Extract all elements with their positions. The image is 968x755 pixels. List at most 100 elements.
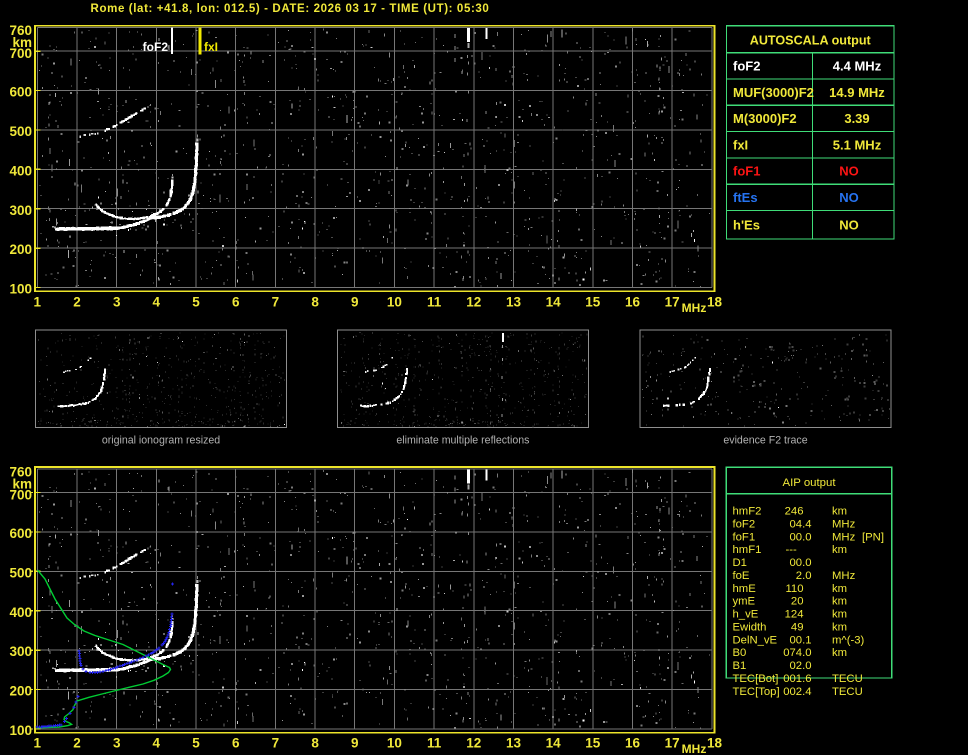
svg-text:2: 2 bbox=[73, 295, 81, 310]
svg-text:300: 300 bbox=[9, 203, 32, 218]
svg-text:fxI: fxI bbox=[204, 40, 218, 54]
svg-text:20: 20 bbox=[791, 596, 804, 608]
svg-text:3: 3 bbox=[113, 295, 121, 310]
svg-text:4.4 MHz: 4.4 MHz bbox=[833, 58, 882, 73]
svg-text:18: 18 bbox=[707, 295, 723, 310]
svg-text:MUF(3000)F2: MUF(3000)F2 bbox=[733, 85, 814, 100]
svg-text:100: 100 bbox=[9, 723, 32, 738]
svg-text:B0: B0 bbox=[733, 647, 747, 659]
svg-text:4: 4 bbox=[153, 736, 161, 751]
svg-text:h_vE: h_vE bbox=[733, 609, 759, 621]
svg-text:124: 124 bbox=[785, 609, 804, 621]
svg-text:km: km bbox=[832, 544, 847, 556]
svg-text:6: 6 bbox=[232, 295, 240, 310]
svg-text:Rome (lat: +41.8, lon: 012.5): Rome (lat: +41.8, lon: 012.5) - DATE: 20… bbox=[91, 3, 490, 15]
svg-text:foF2: foF2 bbox=[733, 519, 756, 531]
svg-text:11: 11 bbox=[427, 736, 442, 751]
svg-text:evidence F2 trace: evidence F2 trace bbox=[723, 435, 807, 447]
svg-text:14: 14 bbox=[546, 736, 562, 751]
svg-text:074.0: 074.0 bbox=[783, 647, 811, 659]
svg-text:8: 8 bbox=[311, 295, 319, 310]
svg-text:110: 110 bbox=[785, 583, 803, 595]
svg-text:4: 4 bbox=[153, 295, 161, 310]
svg-text:ymE: ymE bbox=[733, 596, 756, 608]
svg-text:700: 700 bbox=[9, 46, 32, 61]
svg-text:km: km bbox=[832, 647, 847, 659]
svg-text:eliminate multiple reflections: eliminate multiple reflections bbox=[396, 435, 529, 447]
svg-text:18: 18 bbox=[707, 736, 723, 751]
svg-text:700: 700 bbox=[9, 487, 32, 502]
svg-text:12: 12 bbox=[466, 295, 481, 310]
svg-text:002.4: 002.4 bbox=[783, 686, 811, 698]
svg-text:500: 500 bbox=[9, 565, 32, 580]
svg-text:400: 400 bbox=[9, 605, 32, 620]
svg-text:original ionogram resized: original ionogram resized bbox=[102, 435, 220, 447]
svg-text:km: km bbox=[832, 506, 847, 518]
svg-text:TEC[Top]: TEC[Top] bbox=[733, 686, 780, 698]
svg-text:04.4: 04.4 bbox=[790, 519, 812, 531]
svg-text:14: 14 bbox=[546, 295, 562, 310]
svg-text:10: 10 bbox=[387, 295, 402, 310]
svg-text:MHz: MHz bbox=[832, 570, 856, 582]
svg-text:hmE: hmE bbox=[733, 583, 757, 595]
svg-text:MHz: MHz bbox=[832, 531, 856, 543]
svg-text:9: 9 bbox=[351, 736, 359, 751]
svg-text:13: 13 bbox=[506, 295, 522, 310]
svg-text:7: 7 bbox=[272, 736, 280, 751]
svg-text:NO: NO bbox=[839, 217, 859, 232]
svg-text:16: 16 bbox=[625, 736, 641, 751]
svg-text:foF2: foF2 bbox=[143, 40, 169, 54]
svg-text:49: 49 bbox=[791, 621, 804, 633]
svg-text:200: 200 bbox=[9, 242, 32, 257]
svg-text:02.0: 02.0 bbox=[790, 660, 812, 672]
svg-text:m^(-3): m^(-3) bbox=[832, 634, 865, 646]
svg-text:13: 13 bbox=[506, 736, 522, 751]
svg-text:400: 400 bbox=[9, 163, 32, 178]
svg-text:NO: NO bbox=[839, 164, 859, 179]
svg-text:8: 8 bbox=[311, 736, 319, 751]
svg-text:fxI: fxI bbox=[733, 137, 748, 152]
svg-text:1: 1 bbox=[34, 736, 42, 751]
svg-text:TECU: TECU bbox=[832, 686, 863, 698]
svg-text:3.39: 3.39 bbox=[844, 111, 869, 126]
svg-text:DelN_vE: DelN_vE bbox=[733, 634, 778, 646]
svg-text:NO: NO bbox=[839, 190, 859, 205]
svg-text:hmF2: hmF2 bbox=[733, 506, 762, 518]
svg-text:17: 17 bbox=[665, 736, 680, 751]
svg-text:00.1: 00.1 bbox=[790, 634, 812, 646]
svg-text:---: --- bbox=[786, 544, 798, 556]
svg-text:TECU: TECU bbox=[832, 673, 863, 685]
svg-text:11: 11 bbox=[427, 295, 442, 310]
svg-text:3: 3 bbox=[113, 736, 121, 751]
svg-text:9: 9 bbox=[351, 295, 359, 310]
svg-text:500: 500 bbox=[9, 124, 32, 139]
svg-text:10: 10 bbox=[387, 736, 402, 751]
svg-text:300: 300 bbox=[9, 644, 32, 659]
svg-text:600: 600 bbox=[9, 85, 32, 100]
svg-text:15: 15 bbox=[585, 295, 601, 310]
svg-text:km: km bbox=[832, 583, 847, 595]
svg-text:100: 100 bbox=[9, 282, 32, 297]
svg-text:hmF1: hmF1 bbox=[733, 544, 762, 556]
svg-text:Ewidth: Ewidth bbox=[733, 621, 767, 633]
svg-text:MHz: MHz bbox=[682, 742, 707, 755]
svg-text:M(3000)F2: M(3000)F2 bbox=[733, 111, 797, 126]
svg-text:6: 6 bbox=[232, 736, 240, 751]
svg-text:2: 2 bbox=[73, 736, 81, 751]
svg-text:5.1 MHz: 5.1 MHz bbox=[833, 137, 882, 152]
svg-text:001.6: 001.6 bbox=[783, 673, 811, 685]
svg-text:km: km bbox=[832, 621, 847, 633]
svg-text:km: km bbox=[832, 596, 847, 608]
svg-text:14.9 MHz: 14.9 MHz bbox=[829, 85, 885, 100]
svg-text:7: 7 bbox=[272, 295, 280, 310]
svg-text:[PN]: [PN] bbox=[862, 531, 884, 543]
svg-text:5: 5 bbox=[192, 295, 200, 310]
svg-text:AIP output: AIP output bbox=[783, 477, 837, 489]
svg-text:600: 600 bbox=[9, 526, 32, 541]
svg-text:AUTOSCALA output: AUTOSCALA output bbox=[750, 33, 872, 47]
svg-text:foF2: foF2 bbox=[733, 58, 760, 73]
svg-text:foF1: foF1 bbox=[733, 164, 760, 179]
svg-text:foE: foE bbox=[733, 570, 750, 582]
svg-text:246: 246 bbox=[785, 506, 804, 518]
svg-text:2.0: 2.0 bbox=[796, 570, 812, 582]
